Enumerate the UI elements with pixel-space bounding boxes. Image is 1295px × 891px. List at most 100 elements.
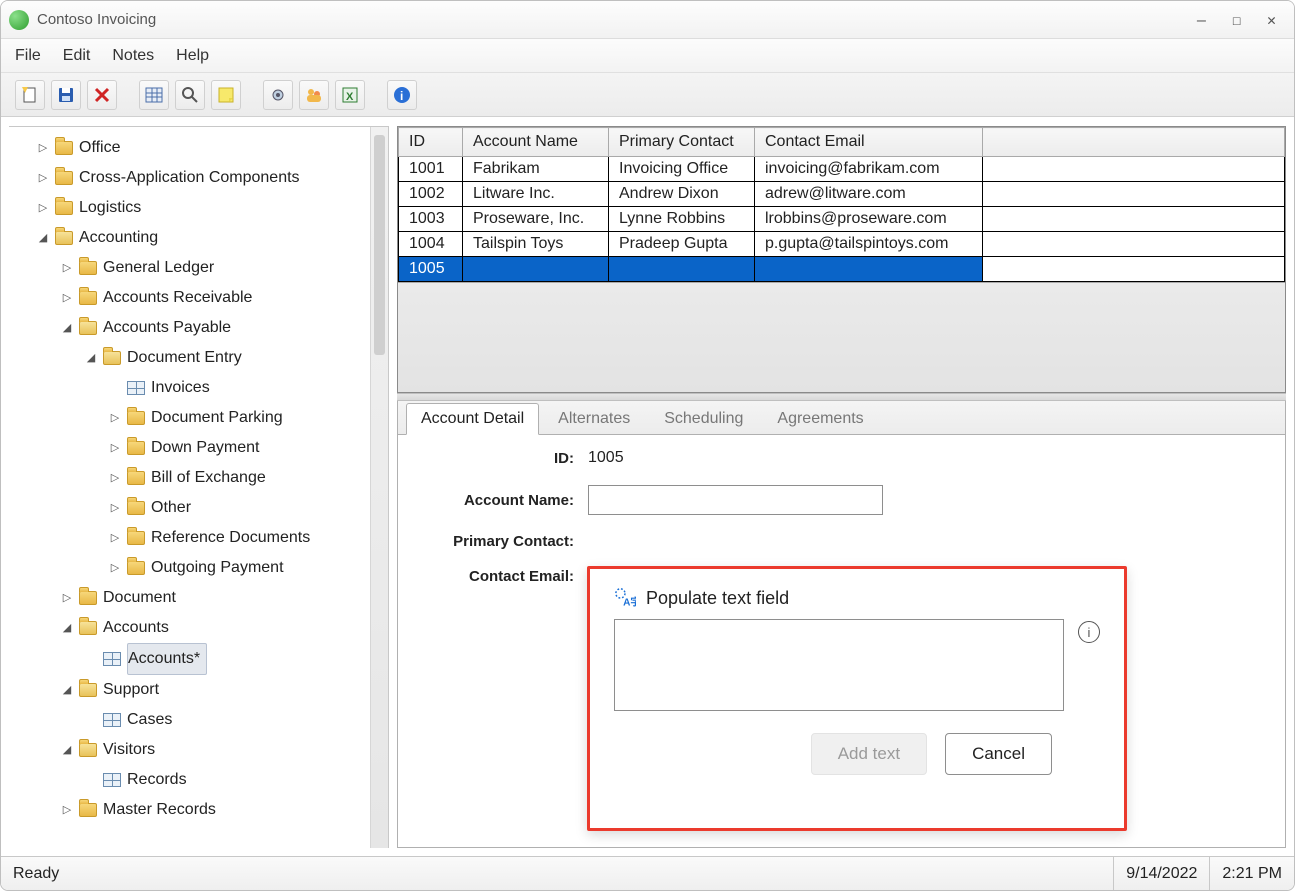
tree-node[interactable]: Invoices: [19, 373, 366, 403]
table-cell[interactable]: [755, 257, 983, 282]
table-cell[interactable]: lrobbins@proseware.com: [755, 207, 983, 232]
table-cell[interactable]: [983, 207, 1285, 232]
expand-icon[interactable]: ▷: [109, 433, 121, 463]
search-button[interactable]: [175, 80, 205, 110]
table-row[interactable]: 1002Litware Inc.Andrew Dixonadrew@litwar…: [399, 182, 1285, 207]
table-cell[interactable]: Tailspin Toys: [463, 232, 609, 257]
tree-node[interactable]: ◢Support: [19, 675, 366, 705]
menu-edit[interactable]: Edit: [63, 47, 91, 65]
tree-node[interactable]: ▷Accounts Receivable: [19, 283, 366, 313]
table-row[interactable]: 1004Tailspin ToysPradeep Guptap.gupta@ta…: [399, 232, 1285, 257]
column-header[interactable]: [983, 128, 1285, 157]
tree-node[interactable]: ▷Other: [19, 493, 366, 523]
column-header[interactable]: Contact Email: [755, 128, 983, 157]
account-name-input[interactable]: [588, 485, 883, 515]
expand-icon[interactable]: ▷: [109, 463, 121, 493]
expand-icon[interactable]: ▷: [37, 133, 49, 163]
table-cell[interactable]: Pradeep Gupta: [609, 232, 755, 257]
collapse-icon[interactable]: ◢: [85, 343, 97, 373]
table-row[interactable]: 1003Proseware, Inc.Lynne Robbinslrobbins…: [399, 207, 1285, 232]
tree-node[interactable]: Records: [19, 765, 366, 795]
expand-icon[interactable]: ▷: [109, 523, 121, 553]
expand-icon[interactable]: ▷: [61, 283, 73, 313]
tree-node[interactable]: ▷Bill of Exchange: [19, 463, 366, 493]
expand-icon[interactable]: ▷: [61, 795, 73, 825]
menu-notes[interactable]: Notes: [112, 47, 154, 65]
table-cell[interactable]: [983, 257, 1285, 282]
sidebar-scrollbar[interactable]: [370, 127, 388, 848]
close-button[interactable]: ✕: [1267, 11, 1276, 29]
tree-node[interactable]: Accounts*: [19, 643, 366, 675]
table-cell[interactable]: invoicing@fabrikam.com: [755, 157, 983, 182]
collapse-icon[interactable]: ◢: [37, 223, 49, 253]
menu-help[interactable]: Help: [176, 47, 209, 65]
table-cell[interactable]: 1003: [399, 207, 463, 232]
tree-node[interactable]: ▷Reference Documents: [19, 523, 366, 553]
tab-agreements[interactable]: Agreements: [762, 403, 878, 434]
tree-node[interactable]: ▷Document Parking: [19, 403, 366, 433]
tree-node[interactable]: ▷Office: [19, 133, 366, 163]
table-cell[interactable]: 1005: [399, 257, 463, 282]
table-cell[interactable]: [983, 182, 1285, 207]
table-button[interactable]: [139, 80, 169, 110]
scrollbar-thumb[interactable]: [374, 135, 385, 355]
expand-icon[interactable]: ▷: [109, 403, 121, 433]
expand-icon[interactable]: ▷: [37, 193, 49, 223]
user-group-button[interactable]: [299, 80, 329, 110]
add-text-button[interactable]: Add text: [811, 733, 927, 775]
column-header[interactable]: Account Name: [463, 128, 609, 157]
info-icon[interactable]: i: [1078, 621, 1100, 643]
table-cell[interactable]: Lynne Robbins: [609, 207, 755, 232]
expand-icon[interactable]: ▷: [61, 583, 73, 613]
tree-node[interactable]: ◢Accounts: [19, 613, 366, 643]
tree-node[interactable]: ▷Down Payment: [19, 433, 366, 463]
tree-node[interactable]: ▷Master Records: [19, 795, 366, 825]
save-button[interactable]: [51, 80, 81, 110]
populate-text-input[interactable]: [614, 619, 1064, 711]
minimize-button[interactable]: —: [1197, 11, 1206, 29]
expand-icon[interactable]: ▷: [61, 253, 73, 283]
tree-node[interactable]: ◢Document Entry: [19, 343, 366, 373]
tree-node[interactable]: Cases: [19, 705, 366, 735]
table-cell[interactable]: adrew@litware.com: [755, 182, 983, 207]
tree-node[interactable]: ▷Logistics: [19, 193, 366, 223]
tree-node[interactable]: ◢Visitors: [19, 735, 366, 765]
table-cell[interactable]: [609, 257, 755, 282]
nav-tree[interactable]: ▷Office▷Cross-Application Components▷Log…: [9, 127, 370, 848]
table-cell[interactable]: [983, 232, 1285, 257]
table-cell[interactable]: Andrew Dixon: [609, 182, 755, 207]
table-cell[interactable]: [463, 257, 609, 282]
column-header[interactable]: Primary Contact: [609, 128, 755, 157]
tree-node[interactable]: ◢Accounting: [19, 223, 366, 253]
tree-node[interactable]: ▷General Ledger: [19, 253, 366, 283]
table-row[interactable]: 1001FabrikamInvoicing Officeinvoicing@fa…: [399, 157, 1285, 182]
table-cell[interactable]: Litware Inc.: [463, 182, 609, 207]
tree-node[interactable]: ▷Outgoing Payment: [19, 553, 366, 583]
menu-file[interactable]: File: [15, 47, 41, 65]
table-cell[interactable]: [983, 157, 1285, 182]
collapse-icon[interactable]: ◢: [61, 613, 73, 643]
table-cell[interactable]: 1004: [399, 232, 463, 257]
expand-icon[interactable]: ▷: [109, 493, 121, 523]
delete-button[interactable]: [87, 80, 117, 110]
tree-node[interactable]: ◢Accounts Payable: [19, 313, 366, 343]
info-button[interactable]: i: [387, 80, 417, 110]
collapse-icon[interactable]: ◢: [61, 735, 73, 765]
tab-scheduling[interactable]: Scheduling: [649, 403, 758, 434]
accounts-grid[interactable]: IDAccount NamePrimary ContactContact Ema…: [397, 126, 1286, 393]
tab-alternates[interactable]: Alternates: [543, 403, 645, 434]
tab-account-detail[interactable]: Account Detail: [406, 403, 539, 435]
gear-button[interactable]: [263, 80, 293, 110]
table-cell[interactable]: 1002: [399, 182, 463, 207]
table-cell[interactable]: Proseware, Inc.: [463, 207, 609, 232]
horizontal-splitter[interactable]: [397, 393, 1286, 401]
note-button[interactable]: [211, 80, 241, 110]
table-cell[interactable]: Fabrikam: [463, 157, 609, 182]
column-header[interactable]: ID: [399, 128, 463, 157]
expand-icon[interactable]: ▷: [109, 553, 121, 583]
tree-node[interactable]: ▷Cross-Application Components: [19, 163, 366, 193]
table-cell[interactable]: p.gupta@tailspintoys.com: [755, 232, 983, 257]
new-doc-button[interactable]: [15, 80, 45, 110]
expand-icon[interactable]: ▷: [37, 163, 49, 193]
collapse-icon[interactable]: ◢: [61, 313, 73, 343]
